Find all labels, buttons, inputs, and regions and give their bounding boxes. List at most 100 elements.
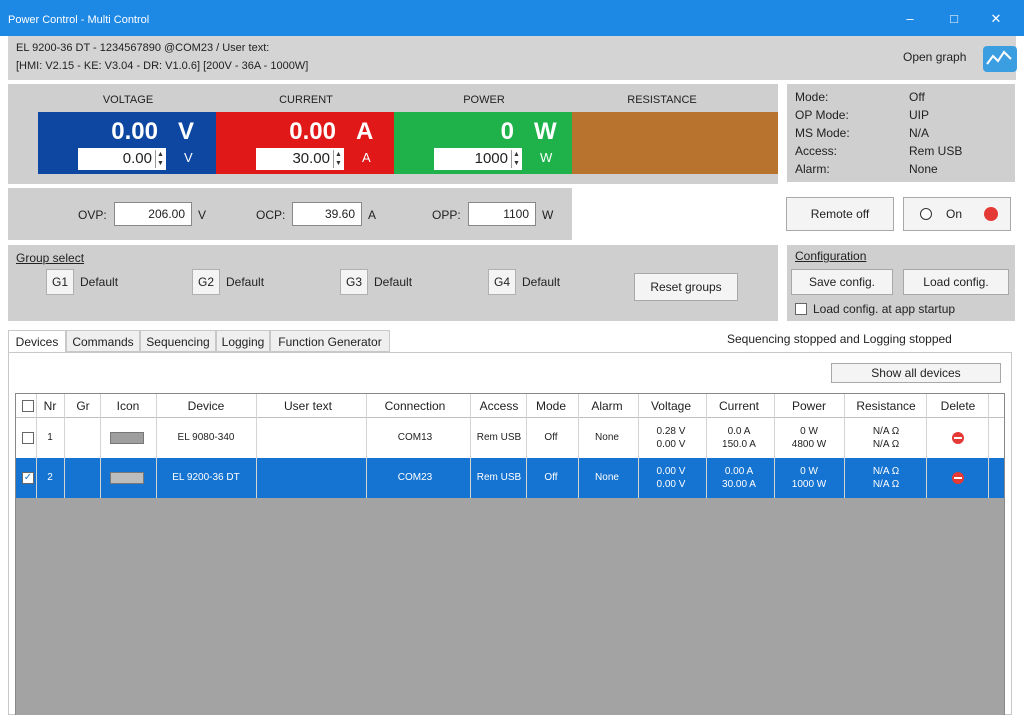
row-checkbox-checked[interactable]: ✓	[22, 472, 34, 484]
tab-function-generator[interactable]: Function Generator	[270, 330, 390, 352]
tab-devices[interactable]: Devices	[8, 330, 66, 353]
window-title: Power Control - Multi Control	[8, 14, 150, 26]
col-alarm[interactable]: Alarm	[580, 399, 634, 413]
group-g1-button[interactable]: G1	[46, 269, 74, 295]
device-info-bar: EL 9200-36 DT - 1234567890 @COM23 / User…	[8, 36, 1017, 80]
device-info-line1: EL 9200-36 DT - 1234567890 @COM23 / User…	[16, 42, 270, 54]
tab-sequencing[interactable]: Sequencing	[140, 330, 216, 352]
graph-icon[interactable]	[983, 46, 1017, 72]
spin-arrows-icon[interactable]: ▲ ▼	[155, 150, 165, 168]
col-nr[interactable]: Nr	[40, 399, 60, 413]
column-divider	[256, 394, 257, 498]
remote-off-button[interactable]: Remote off	[786, 197, 894, 231]
spin-arrows-icon[interactable]: ▲ ▼	[511, 150, 521, 168]
column-divider	[470, 394, 471, 498]
column-divider	[366, 394, 367, 498]
col-gr[interactable]: Gr	[68, 399, 98, 413]
voltage-set-input[interactable]: 0.00 ▲ ▼	[78, 148, 166, 170]
table-row[interactable]: 1 EL 9080-340 COM13 Rem USB Off None 0.2…	[16, 418, 1004, 458]
group-g3-button[interactable]: G3	[340, 269, 368, 295]
startup-checkbox[interactable]	[795, 303, 807, 315]
row-voltage-actual: 0.28 V	[656, 426, 686, 437]
ocp-input[interactable]: 39.60	[292, 202, 362, 226]
on-button[interactable]: On	[903, 197, 1011, 231]
resistance-heading: RESISTANCE	[627, 94, 697, 106]
close-button[interactable]: ✕	[984, 9, 1008, 29]
access-value: Rem USB	[909, 144, 963, 158]
col-power[interactable]: Power	[776, 399, 842, 413]
minimize-button[interactable]: –	[898, 9, 922, 29]
col-connection[interactable]: Connection	[370, 399, 460, 413]
col-resistance[interactable]: Resistance	[846, 399, 926, 413]
column-divider	[638, 394, 639, 498]
ms-mode-value: N/A	[909, 126, 930, 140]
on-label: On	[946, 207, 963, 221]
row-current-set: 150.0 A	[722, 439, 756, 450]
row-alarm: None	[595, 432, 619, 443]
column-divider	[156, 394, 157, 498]
row-mode: Off	[544, 472, 558, 483]
delete-icon[interactable]	[952, 432, 964, 444]
status-panel: Mode: Off OP Mode: UIP MS Mode: N/A Acce…	[787, 84, 1015, 182]
show-all-devices-button[interactable]: Show all devices	[831, 363, 1001, 383]
row-checkbox[interactable]	[22, 432, 34, 444]
table-row[interactable]: ✓ 2 EL 9200-36 DT COM23 Rem USB Off None…	[16, 458, 1004, 498]
col-mode[interactable]: Mode	[526, 399, 576, 413]
row-power-actual: 0 W	[800, 466, 818, 477]
protection-panel: OVP: 206.00 V OCP: 39.60 A OPP: 1100 W	[8, 188, 572, 240]
open-graph-label[interactable]: Open graph	[903, 50, 966, 64]
col-voltage[interactable]: Voltage	[640, 399, 702, 413]
tab-logging[interactable]: Logging	[216, 330, 270, 352]
column-divider	[988, 394, 989, 498]
power-set-input[interactable]: 1000 ▲ ▼	[434, 148, 522, 170]
current-actual: 0.00	[289, 118, 336, 145]
current-set-value: 30.00	[292, 150, 330, 167]
col-access[interactable]: Access	[472, 399, 526, 413]
col-icon[interactable]: Icon	[100, 399, 156, 413]
row-voltage-set: 0.00 V	[656, 439, 686, 450]
op-mode-value: UIP	[909, 108, 930, 122]
meter-panel: VOLTAGE CURRENT POWER RESISTANCE 0.00 V …	[8, 84, 778, 184]
row-power-actual: 0 W	[800, 426, 818, 437]
current-heading: CURRENT	[279, 94, 333, 106]
group-g4-name: Default	[522, 275, 561, 289]
ovp-input[interactable]: 206.00	[114, 202, 192, 226]
power-meter: 0 W 1000 ▲ ▼ W	[394, 112, 574, 174]
opp-unit: W	[542, 208, 554, 222]
power-set-unit: W	[540, 150, 553, 165]
group-g4-button[interactable]: G4	[488, 269, 516, 295]
row-resistance-actual: N/A Ω	[872, 466, 900, 477]
save-config-button[interactable]: Save config.	[791, 269, 893, 295]
configuration-panel: Configuration Save config. Load config. …	[787, 245, 1015, 321]
col-delete[interactable]: Delete	[928, 399, 988, 413]
row-resistance-set: N/A Ω	[872, 479, 900, 490]
delete-icon[interactable]	[952, 472, 964, 484]
group-g1-name: Default	[80, 275, 119, 289]
device-icon	[110, 432, 144, 444]
select-all-checkbox[interactable]	[22, 400, 34, 412]
opp-input[interactable]: 1100	[468, 202, 536, 226]
startup-label: Load config. at app startup	[813, 302, 956, 316]
row-access: Rem USB	[476, 432, 522, 443]
resistance-meter	[572, 112, 778, 174]
maximize-button[interactable]: □	[942, 9, 966, 29]
row-connection: COM13	[397, 432, 433, 443]
voltage-set-value: 0.00	[122, 150, 152, 167]
spin-arrows-icon[interactable]: ▲ ▼	[333, 150, 343, 168]
status-led-icon	[984, 207, 998, 221]
row-nr: 2	[47, 472, 53, 483]
group-g2-button[interactable]: G2	[192, 269, 220, 295]
column-divider	[844, 394, 845, 498]
current-set-input[interactable]: 30.00 ▲ ▼	[256, 148, 344, 170]
column-divider	[774, 394, 775, 498]
col-user-text[interactable]: User text	[256, 399, 360, 413]
col-device[interactable]: Device	[156, 399, 256, 413]
current-set-unit: A	[362, 150, 371, 165]
sequencing-status: Sequencing stopped and Logging stopped	[727, 332, 952, 346]
op-mode-label: OP Mode:	[795, 108, 849, 122]
reset-groups-button[interactable]: Reset groups	[634, 273, 738, 301]
opp-label: OPP:	[432, 208, 461, 222]
col-current[interactable]: Current	[708, 399, 770, 413]
tab-commands[interactable]: Commands	[66, 330, 140, 352]
load-config-button[interactable]: Load config.	[903, 269, 1009, 295]
